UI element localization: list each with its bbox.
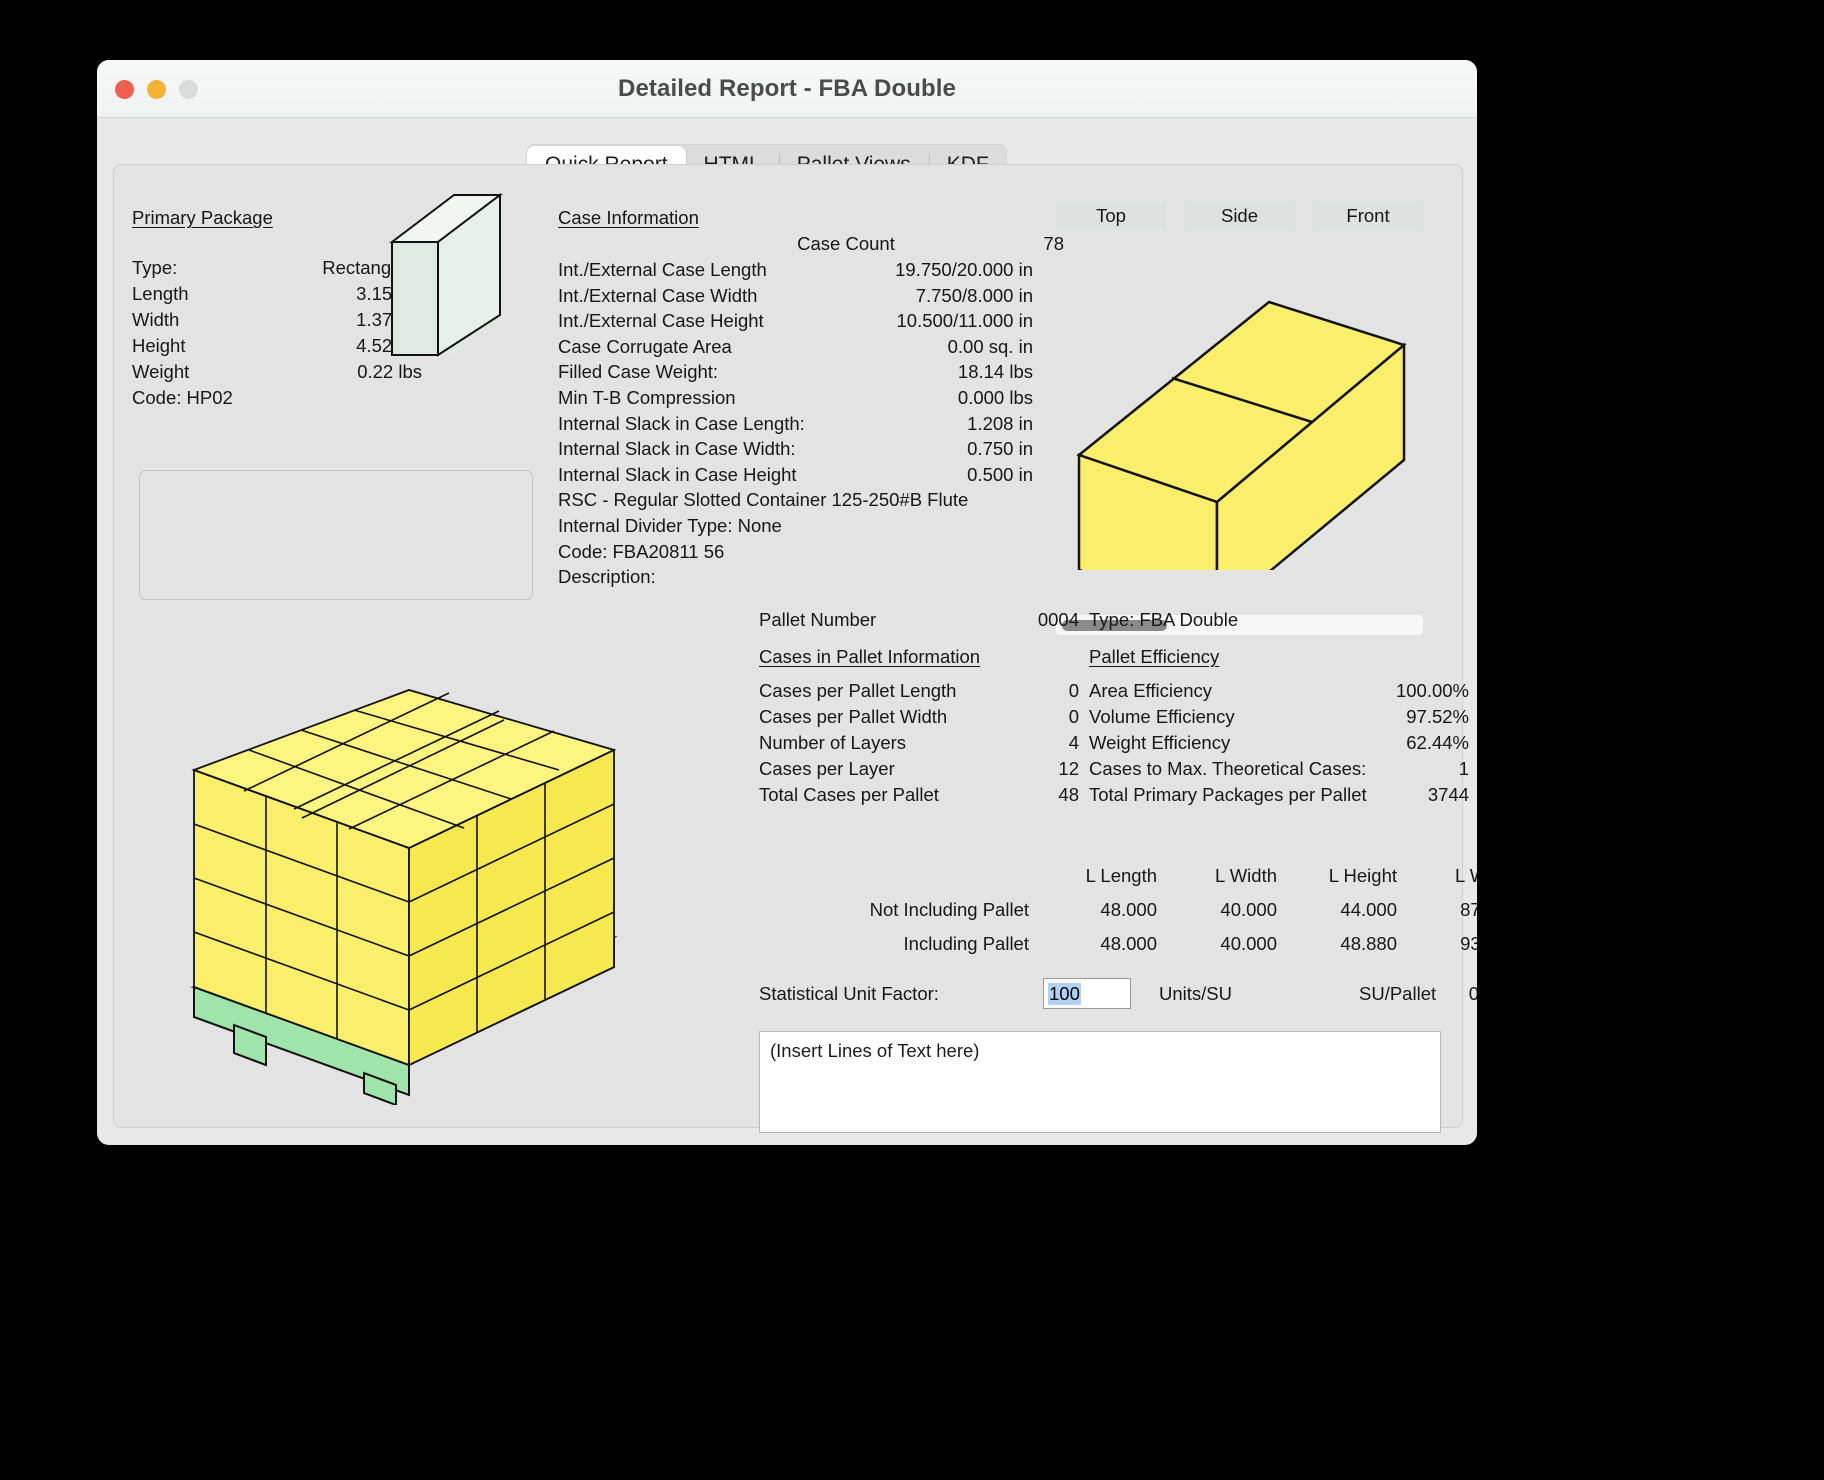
row-key: Length: [132, 283, 189, 304]
case-count-value: 78: [1043, 233, 1064, 254]
row-value: 0: [1068, 680, 1079, 701]
row-value2: 97.52%: [1406, 706, 1469, 727]
su-units-label: Units/SU: [1159, 983, 1232, 1004]
cell-value: 40.000: [1220, 899, 1277, 920]
pallet-number-value: 0004: [1037, 609, 1079, 630]
statistical-unit-factor-row: Statistical Unit Factor: 100 Units/SU 0 …: [759, 978, 1477, 1015]
row-value: 0.000 lbs: [957, 386, 1033, 408]
primary-package-3d-preview: [382, 187, 512, 362]
row-key: Cases per Pallet Length: [759, 680, 957, 701]
row-value: 19.750/20.000 in: [895, 259, 1033, 280]
table-row: Including Pallet 48.000 40.000 48.880 93…: [759, 933, 1477, 967]
row-key: Type:: [132, 257, 178, 278]
case-count-label: Case Count: [797, 233, 895, 254]
row-value2: 3744: [1427, 784, 1469, 805]
notes-placeholder-text: (Insert Lines of Text here): [770, 1040, 980, 1061]
report-panel: Primary Package Type: Rectangular Length…: [113, 164, 1477, 1133]
row-key: Cases per Pallet Width: [759, 706, 948, 727]
row-value: 4: [1068, 732, 1079, 753]
row-key: Int./External Case Length: [558, 259, 767, 280]
pallet-number-label: Pallet Number: [759, 609, 877, 630]
pallet-stat-row: Cases per Pallet Width 0 Volume Efficien…: [759, 706, 1469, 732]
notes-textarea[interactable]: (Insert Lines of Text here): [759, 1031, 1441, 1133]
case-3d-preview: [1069, 240, 1414, 570]
row-name: Not Including Pallet: [869, 899, 1029, 920]
row-key: Height: [132, 335, 186, 356]
row-key2: Area Efficiency: [1089, 680, 1213, 701]
row-key: Cases per Layer: [759, 758, 895, 779]
column-header-l-width: L Width: [1214, 865, 1277, 886]
row-key: Weight: [132, 361, 190, 382]
case-view-side-label[interactable]: Side: [1184, 203, 1295, 229]
su-factor-input[interactable]: 100: [1043, 978, 1131, 1009]
row-name: Including Pallet: [903, 933, 1029, 954]
su-factor-value: 100: [1048, 982, 1081, 1005]
row-key: Min T-B Compression: [558, 386, 736, 408]
cell-value: 936.666: [1460, 933, 1477, 954]
window-titlebar: Detailed Report - FBA Double: [97, 60, 1477, 118]
pallet-stat-row: Number of Layers 4 Weight Efficiency 62.…: [759, 732, 1469, 758]
column-header-l-height: L Height: [1328, 865, 1397, 886]
su-factor-label: Statistical Unit Factor:: [759, 983, 939, 1004]
row-key2: Volume Efficiency: [1089, 706, 1235, 727]
row-key: Number of Layers: [759, 732, 907, 753]
row-value: 0.500 in: [967, 463, 1033, 485]
column-header-l-length: L Length: [1085, 865, 1157, 886]
cell-value: 40.000: [1220, 933, 1277, 954]
row-value: 18.14 lbs: [957, 361, 1033, 383]
case-view-top-label[interactable]: Top: [1056, 203, 1166, 229]
pallet-type-label: Type: FBA Double: [1089, 609, 1239, 630]
case-code-text: Code: FBA20811 56: [558, 540, 725, 562]
pallet-3d-render: [174, 595, 644, 1105]
row-value: 1.208 in: [967, 412, 1033, 434]
row-value: 12: [1058, 758, 1079, 779]
case-view-front-label[interactable]: Front: [1313, 203, 1423, 229]
app-window: Detailed Report - FBA Double Quick Repor…: [97, 60, 1477, 1145]
case-information-heading: Case Information: [558, 207, 699, 228]
case-description-text: Description:: [558, 566, 656, 588]
row-key: Int./External Case Height: [558, 310, 764, 332]
row-value: 0: [1068, 706, 1079, 727]
cell-value: 48.000: [1100, 933, 1157, 954]
row-value2: 62.44%: [1406, 732, 1469, 753]
cases-in-pallet-heading: Cases in Pallet Information: [759, 646, 981, 667]
row-key: Total Cases per Pallet: [759, 784, 939, 805]
row-key: Width: [132, 309, 180, 330]
row-key2: Weight Efficiency: [1089, 732, 1231, 753]
row-value: 10.500/11.000 in: [896, 310, 1033, 332]
row-value: 0.00 sq. in: [947, 335, 1033, 357]
row-value: 7.750/8.000 in: [915, 284, 1033, 306]
cell-value: 48.000: [1100, 899, 1157, 920]
row-value: 48: [1058, 784, 1079, 805]
pallet-stat-row: Cases per Pallet Length 0 Area Efficienc…: [759, 680, 1469, 706]
pallet-stat-row: Cases per Layer 12 Cases to Max. Theoret…: [759, 758, 1469, 784]
screenshot-root: Detailed Report - FBA Double Quick Repor…: [0, 0, 1824, 1480]
column-header-l-weight: L Weight: [1455, 865, 1477, 886]
su-per-pallet-label: SU/Pallet: [1359, 983, 1437, 1004]
pallet-type-value: 40: [1379, 609, 1477, 631]
case-view-labels: Top Side Front: [1056, 203, 1423, 229]
primary-package-heading: Primary Package: [132, 207, 273, 228]
row-value2: 1: [1458, 758, 1469, 779]
case-divider-text: Internal Divider Type: None: [558, 514, 782, 536]
row-key: Filled Case Weight:: [558, 361, 719, 383]
cell-value: 870.516: [1460, 899, 1477, 920]
case-rsc-text: RSC - Regular Slotted Container 125-250#…: [558, 489, 969, 511]
pallet-stat-row: Total Cases per Pallet 48 Total Primary …: [759, 784, 1469, 810]
row-value: 0.22 lbs: [357, 361, 422, 382]
dimension-table-header: L Length L Width L Height L Weight: [759, 865, 1477, 899]
pallet-stats-rows: Cases per Pallet Length 0 Area Efficienc…: [759, 680, 1469, 810]
row-key: Case Corrugate Area: [558, 335, 732, 357]
row-value2: 100.00%: [1395, 680, 1469, 701]
primary-package-notes-box[interactable]: [139, 470, 533, 600]
pallet-efficiency-heading: Pallet Efficiency: [1089, 646, 1220, 667]
cell-value: 48.880: [1340, 933, 1397, 954]
cell-value: 44.000: [1340, 899, 1397, 920]
row-key: Int./External Case Width: [558, 284, 758, 306]
pallet-dimension-table: L Length L Width L Height L Weight Not I…: [759, 865, 1477, 967]
table-row: Not Including Pallet 48.000 40.000 44.00…: [759, 899, 1477, 933]
window-title: Detailed Report - FBA Double: [618, 75, 956, 102]
row-value: 0.750 in: [967, 438, 1033, 460]
primary-package-code: Code: HP02: [132, 387, 233, 408]
